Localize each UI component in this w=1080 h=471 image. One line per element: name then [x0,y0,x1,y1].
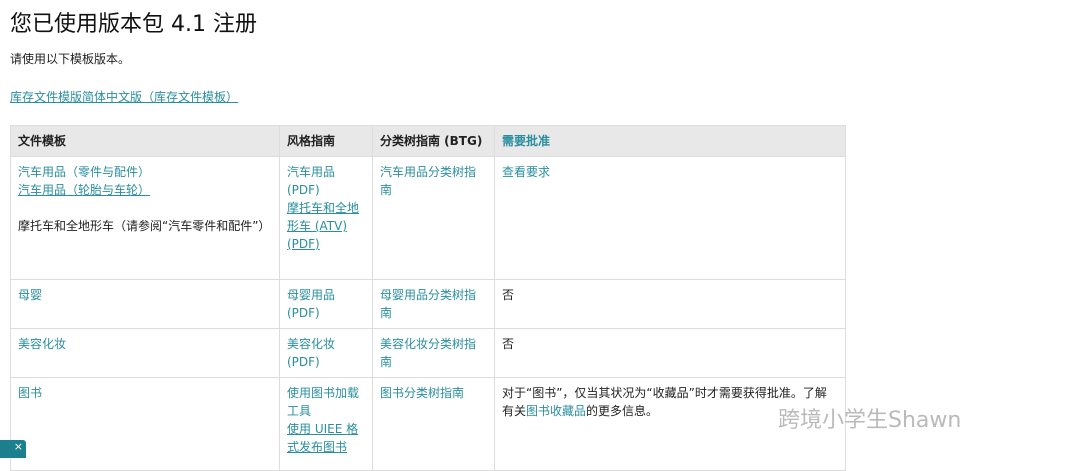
style-guide-link[interactable]: 使用图书加载工具 [287,386,359,418]
close-button[interactable]: × [0,440,26,458]
header-btg: 分类树指南 (BTG) [372,125,495,157]
header-style-guide: 风格指南 [279,125,373,157]
approval-value: 否 [494,279,846,329]
btg-link[interactable]: 汽车用品分类树指南 [380,165,476,197]
template-link[interactable]: 图书 [18,386,42,400]
table-row: 图书 使用图书加载工具 使用 UIEE 格式发布图书 图书分类树指南 对于“图书”… [10,377,846,471]
template-table: 文件模板 风格指南 分类树指南 (BTG) 需要批准 汽车用品（零件与配件） 汽车… [10,125,846,471]
template-link[interactable]: 汽车用品（零件与配件） [18,165,150,179]
style-guide-link[interactable]: 使用 UIEE 格式发布图书 [287,422,358,454]
table-row: 汽车用品（零件与配件） 汽车用品（轮胎与车轮） 摩托车和全地形车（请参阅“汽车零件和… [10,156,846,280]
style-guide-link[interactable]: 汽车用品 (PDF) [287,165,335,197]
btg-link[interactable]: 美容化妆分类树指南 [380,337,476,369]
approval-link[interactable]: 查看要求 [502,165,550,179]
book-collectibles-link[interactable]: 图书收藏品 [526,404,586,418]
intro-text: 请使用以下模板版本。 [10,52,131,66]
header-approval[interactable]: 需要批准 [494,125,846,157]
page-title: 您已使用版本包 4.1 注册 [10,12,257,37]
inventory-template-link[interactable]: 库存文件模版简体中文版（库存文件模板） [10,88,238,105]
approval-text: 的更多信息。 [586,404,659,418]
table-row: 美容化妆 美容化妆 (PDF) 美容化妆分类树指南 否 [10,328,846,378]
btg-link[interactable]: 图书分类树指南 [380,386,464,400]
table-row: 母婴 母婴用品 (PDF) 母婴用品分类树指南 否 [10,279,846,329]
template-note: 摩托车和全地形车（请参阅“汽车零件和配件”） [18,219,271,233]
header-template: 文件模板 [10,125,280,157]
style-guide-link[interactable]: 摩托车和全地形车 (ATV) (PDF) [287,201,359,251]
style-guide-link[interactable]: 母婴用品 (PDF) [287,288,335,320]
template-link[interactable]: 汽车用品（轮胎与车轮） [18,183,150,197]
watermark: 跨境小学生Shawn [778,408,962,433]
template-link[interactable]: 母婴 [18,288,42,302]
table-header: 文件模板 风格指南 分类树指南 (BTG) 需要批准 [10,125,846,157]
btg-link[interactable]: 母婴用品分类树指南 [380,288,476,320]
template-link[interactable]: 美容化妆 [18,337,66,351]
approval-value: 否 [494,328,846,378]
style-guide-link[interactable]: 美容化妆 (PDF) [287,337,335,369]
